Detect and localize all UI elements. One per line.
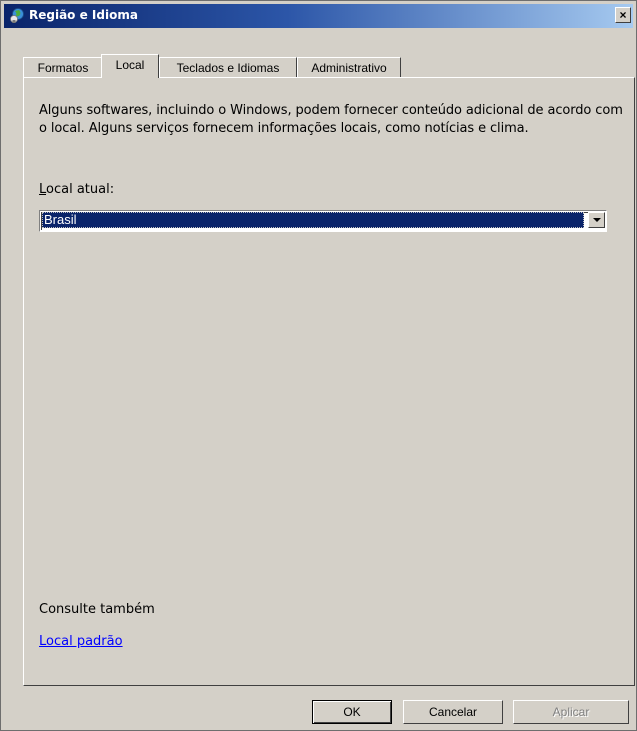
tab-administrativo[interactable]: Administrativo [297,57,401,78]
apply-button[interactable]: Aplicar [513,700,629,724]
mnemonic-letter: L [39,182,47,197]
tab-local[interactable]: Local [101,54,159,78]
region-language-dialog: Região e Idioma × Formatos Local Teclado… [0,0,637,731]
cancel-button[interactable]: Cancelar [403,700,503,724]
chevron-down-icon [592,218,601,222]
default-location-link[interactable]: Local padrão [39,634,123,649]
globe-region-icon [9,8,25,24]
ok-button[interactable]: OK [312,700,392,724]
title-bar[interactable]: Região e Idioma × [4,4,633,28]
close-button[interactable]: × [615,7,631,23]
dropdown-button[interactable] [588,212,605,228]
current-location-label-rest: ocal atual: [46,182,115,197]
current-location-dropdown[interactable]: Brasil [39,210,607,232]
dropdown-selected-value[interactable]: Brasil [42,212,584,228]
close-icon: × [619,8,627,22]
tab-panel-local: Alguns softwares, incluindo o Windows, p… [23,77,635,686]
description-text: Alguns softwares, incluindo o Windows, p… [39,103,623,136]
see-also-label: Consulte também [39,602,155,617]
window-title: Região e Idioma [29,8,138,22]
tab-teclados-e-idiomas[interactable]: Teclados e Idiomas [159,57,297,78]
tab-formatos[interactable]: Formatos [23,57,103,78]
current-location-label: Local atual: [39,182,114,197]
